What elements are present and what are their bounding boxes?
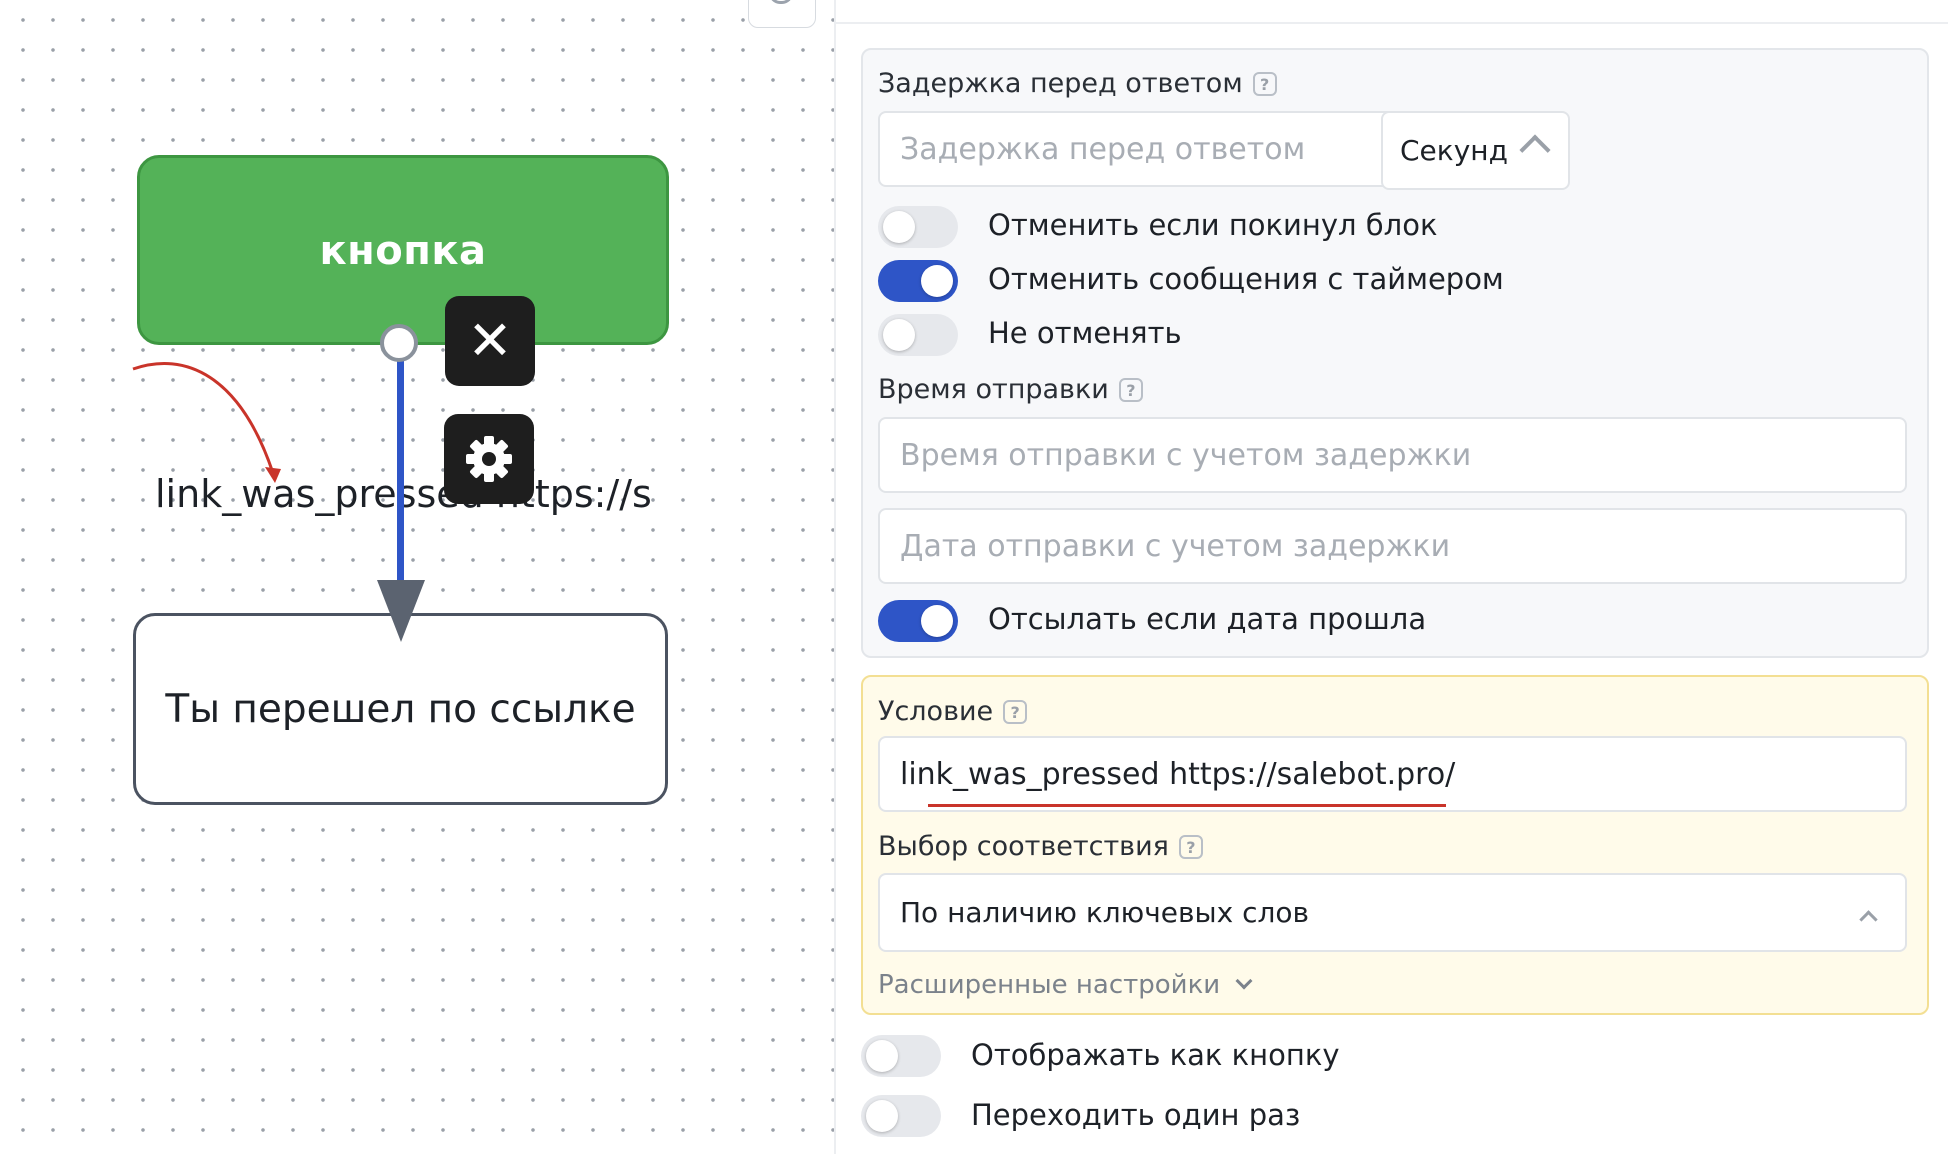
chevron-up-icon (1859, 910, 1878, 929)
match-type-select[interactable]: По наличию ключевых слов (878, 873, 1907, 952)
toggle-cancel-timer-messages-label: Отменить сообщения с таймером (988, 262, 1504, 296)
toggle-do-not-cancel[interactable] (878, 314, 958, 356)
connection-port[interactable] (380, 324, 418, 362)
canvas-search-button[interactable] (748, 0, 816, 28)
chevron-up-icon (1519, 134, 1551, 166)
message-block-label: Ты перешел по ссылке (165, 686, 636, 732)
toggle-send-if-past-label: Отсылать если дата прошла (988, 602, 1427, 636)
send-time-label: Время отправки ? (878, 374, 1143, 405)
toggle-transition-once-label: Переходить один раз (971, 1098, 1301, 1132)
toggle-show-as-button-label: Отображать как кнопку (971, 1038, 1340, 1072)
search-icon (769, 0, 793, 4)
toggle-cancel-if-left-label: Отменить если покинул блок (988, 208, 1438, 242)
help-icon[interactable]: ? (1252, 71, 1277, 96)
delay-label: Задержка перед ответом ? (878, 68, 1277, 99)
condition-input[interactable]: link_was_pressed https://salebot.pro/ (878, 736, 1907, 812)
toggle-send-if-past[interactable] (878, 600, 958, 642)
chevron-down-icon (1235, 972, 1253, 990)
flow-canvas[interactable]: кнопка link_was_pressed https://s ✕ Ты п… (0, 0, 835, 1154)
annotation-arrow (132, 361, 281, 483)
connection-line[interactable] (397, 356, 404, 586)
delete-connection-button[interactable]: ✕ (445, 296, 535, 386)
panel-top-rule (836, 22, 1948, 24)
toggle-cancel-timer-messages[interactable] (878, 260, 958, 302)
match-type-label: Выбор соответствия ? (878, 831, 1203, 862)
toggle-transition-once[interactable] (861, 1095, 941, 1137)
send-date-input[interactable]: Дата отправки с учетом задержки (878, 508, 1907, 584)
help-icon[interactable]: ? (1118, 377, 1143, 402)
connection-settings-button[interactable] (444, 414, 534, 504)
toggle-do-not-cancel-label: Не отменять (988, 316, 1182, 350)
connection-arrowhead (377, 580, 425, 642)
annotation-underline (928, 804, 1446, 807)
send-time-input[interactable]: Время отправки с учетом задержки (878, 417, 1907, 493)
advanced-settings-toggle[interactable]: Расширенные настройки (878, 970, 1253, 1000)
button-block[interactable]: кнопка (137, 155, 669, 345)
help-icon[interactable]: ? (1178, 834, 1203, 859)
toggle-show-as-button[interactable] (861, 1035, 941, 1077)
condition-label: Условие ? (878, 696, 1028, 727)
toggle-cancel-if-left[interactable] (878, 206, 958, 248)
gear-icon (466, 436, 512, 482)
close-icon: ✕ (467, 309, 513, 372)
button-block-label: кнопка (319, 228, 487, 274)
help-icon[interactable]: ? (1003, 699, 1028, 724)
settings-panel: Задержка перед ответом ? Задержка перед … (836, 0, 1948, 1154)
delay-unit-select[interactable]: Секунд (1381, 111, 1570, 190)
